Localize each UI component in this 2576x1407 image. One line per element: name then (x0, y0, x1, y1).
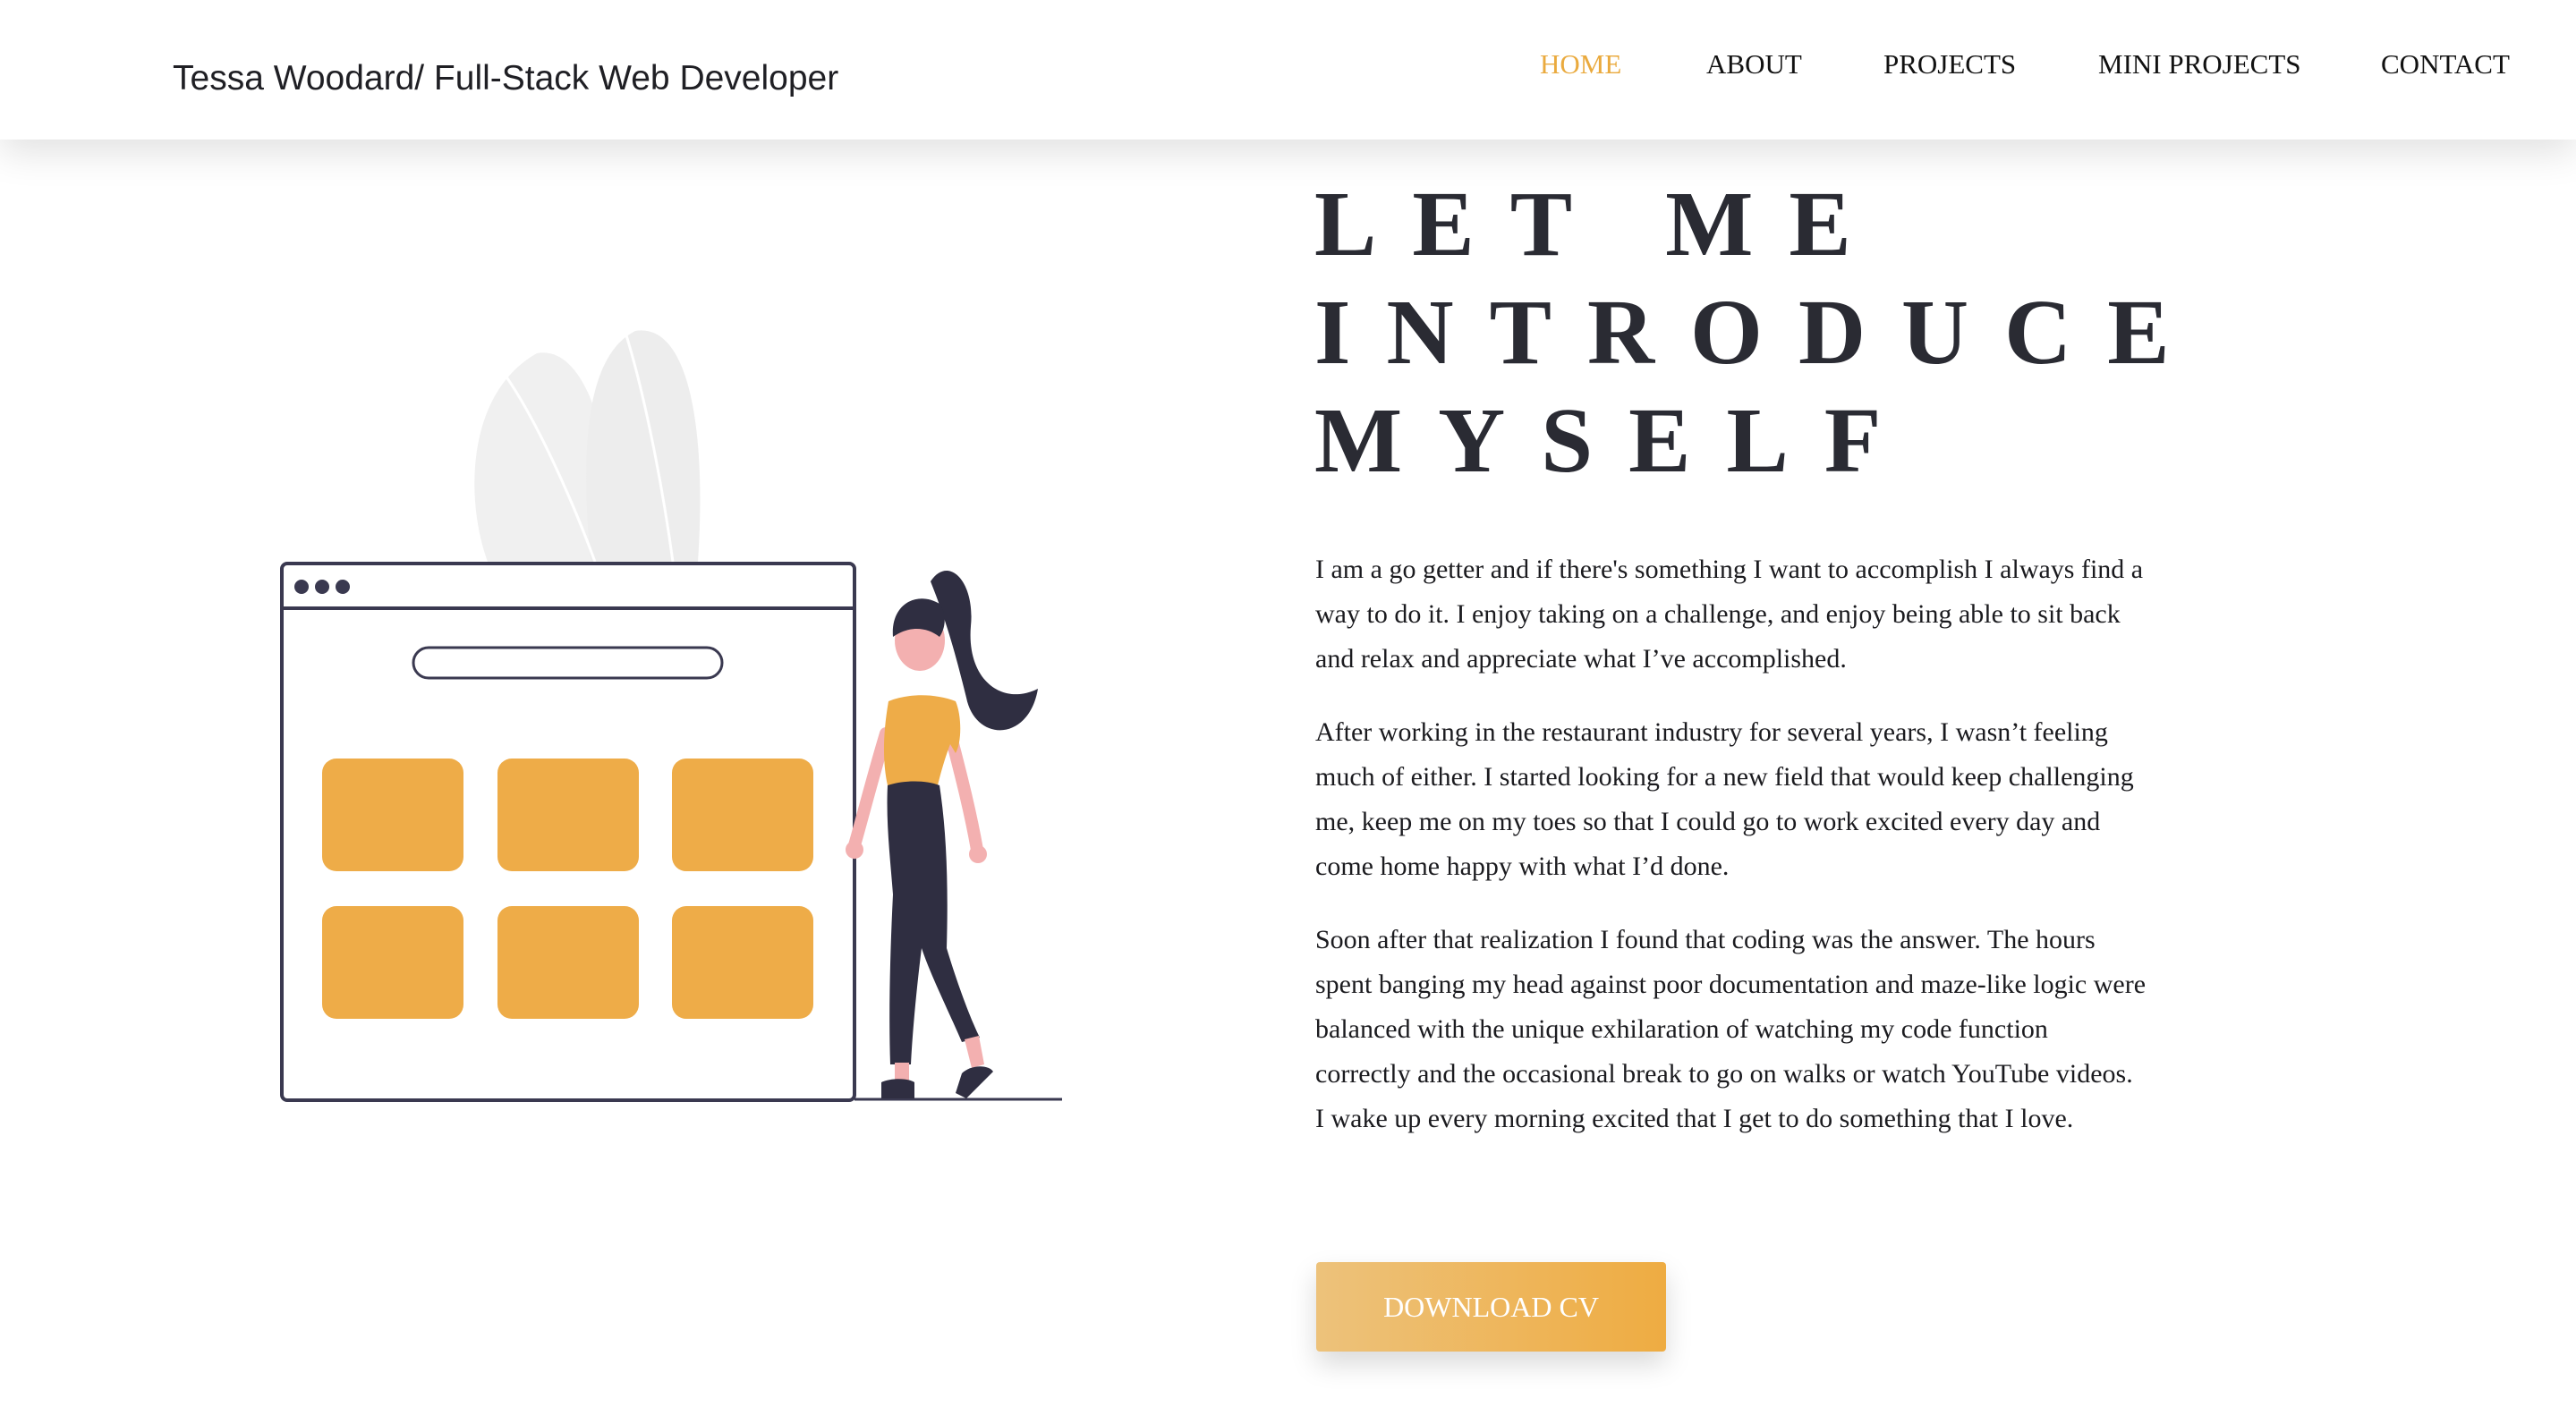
download-cv-button[interactable]: DOWNLOAD CV (1316, 1262, 1666, 1352)
intro-heading-line: LET ME (1314, 173, 1887, 275)
intro-body: I am a go getter and if there's somethin… (1315, 547, 2147, 1170)
browser-window-shape (280, 562, 856, 1102)
nav-about-link[interactable]: ABOUT (1706, 48, 1802, 81)
nav-contact-link[interactable]: CONTACT (2381, 48, 2510, 81)
intro-heading-line: INTRODUCE (1314, 281, 2206, 384)
woman-beside-browser-window-illustration (280, 330, 1062, 1102)
nav-mini-projects-link[interactable]: MINI PROJECTS (2098, 48, 2301, 81)
intro-paragraph: After working in the restaurant industry… (1315, 717, 2134, 881)
intro-heading: LET ME INTRODUCE MYSELF (1314, 170, 2299, 495)
intro-heading-line: MYSELF (1314, 389, 1917, 492)
plant-leaves-shape (474, 330, 701, 563)
top-navbar: Tessa Woodard/ Full-Stack Web Developer … (0, 0, 2576, 140)
site-brand[interactable]: Tessa Woodard/ Full-Stack Web Developer (173, 59, 838, 98)
intro-paragraph: Soon after that realization I found that… (1315, 925, 2147, 1133)
woman-figure-shape (846, 571, 1038, 1098)
intro-paragraph: I am a go getter and if there's somethin… (1315, 555, 2144, 674)
nav-home-link[interactable]: HOME (1540, 48, 1621, 81)
nav-projects-link[interactable]: PROJECTS (1883, 48, 2016, 81)
